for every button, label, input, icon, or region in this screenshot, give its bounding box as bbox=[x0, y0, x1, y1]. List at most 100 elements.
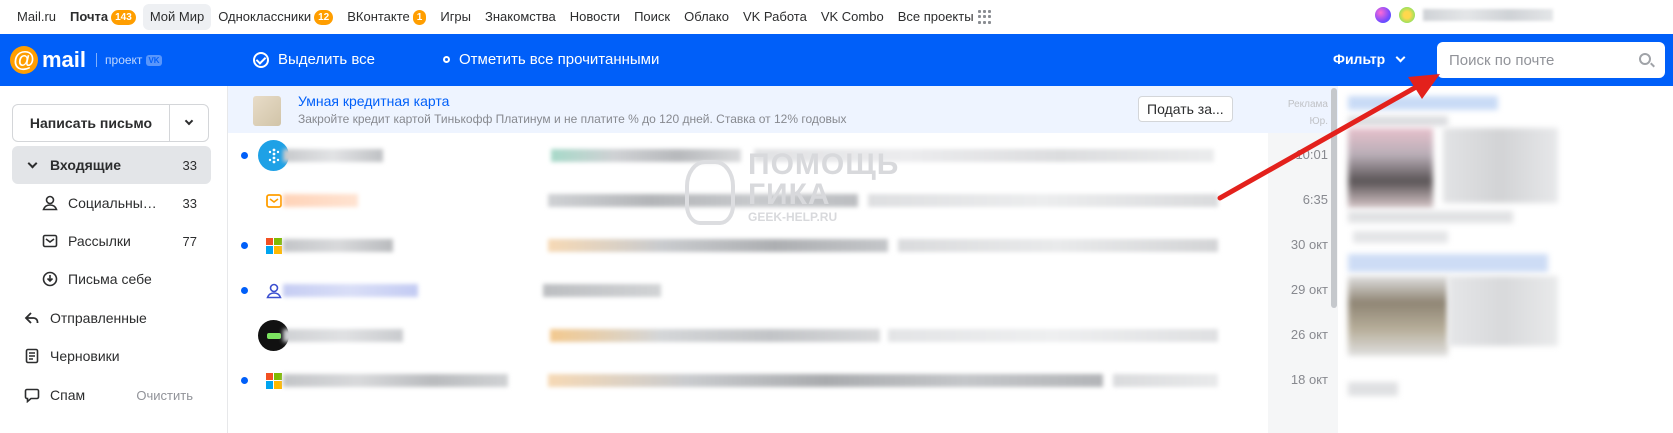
newsletter-icon bbox=[42, 233, 58, 249]
search-box[interactable] bbox=[1437, 42, 1665, 78]
people-icon bbox=[42, 195, 58, 211]
sender-name-blurred bbox=[283, 284, 418, 297]
watermark-line3: GEEK-HELP.RU bbox=[748, 210, 838, 224]
sidebar-item-inbox[interactable]: Входящие 33 bbox=[12, 146, 211, 184]
search-icon[interactable] bbox=[1639, 53, 1651, 65]
snippet-blurred bbox=[868, 194, 1218, 207]
portal-link-label: Все проекты bbox=[897, 9, 974, 24]
portal-link-cloud[interactable]: Облако bbox=[677, 4, 736, 30]
subject-blurred bbox=[543, 284, 661, 297]
dot-icon bbox=[443, 56, 450, 63]
subject-blurred bbox=[548, 374, 1103, 387]
sidebar-item-count: 33 bbox=[182, 195, 197, 211]
compose-button[interactable]: Написать письмо bbox=[13, 105, 170, 141]
sidebar: Написать письмо Входящие 33 Социальны… 3… bbox=[0, 86, 228, 433]
watermark: ПОМОЩЬ ГИКА GEEK-HELP.RU bbox=[748, 148, 900, 225]
message-date: 30 окт bbox=[1290, 237, 1328, 252]
ad-description: Закройте кредит картой Тинькофф Платинум… bbox=[298, 112, 847, 126]
portal-link-myworld[interactable]: Мой Мир bbox=[142, 4, 212, 30]
table-row[interactable]: 18 окт bbox=[228, 358, 1338, 403]
chevron-down-icon[interactable] bbox=[24, 157, 40, 173]
subject-blurred bbox=[548, 239, 888, 252]
spam-icon bbox=[24, 387, 40, 403]
user-email-blurred[interactable] bbox=[1423, 9, 1553, 21]
unread-dot-icon[interactable] bbox=[241, 287, 248, 294]
ad-thumbnail bbox=[253, 96, 281, 126]
blurred-block bbox=[1348, 116, 1448, 126]
table-row[interactable]: 26 окт bbox=[228, 313, 1338, 358]
sender-name-blurred bbox=[283, 239, 393, 252]
portal-link-mailru[interactable]: Mail.ru bbox=[10, 4, 63, 30]
blurred-block bbox=[1353, 231, 1448, 243]
inbox-download-icon bbox=[42, 271, 58, 287]
portal-link-label: Одноклассники bbox=[218, 9, 312, 24]
blurred-image bbox=[1348, 128, 1433, 208]
snippet-blurred bbox=[888, 329, 1218, 342]
sidebar-item-label: Отправленные bbox=[50, 310, 147, 326]
sidebar-item-count: 77 bbox=[182, 233, 197, 249]
snippet-blurred bbox=[898, 239, 1218, 252]
sidebar-item-label: Входящие bbox=[50, 157, 121, 173]
sidebar-item-sent[interactable]: Отправленные bbox=[12, 299, 211, 337]
portal-link-ok[interactable]: Одноклассники 12 bbox=[211, 4, 340, 30]
compose-group: Написать письмо bbox=[12, 104, 209, 142]
sender-name-blurred bbox=[283, 374, 508, 387]
sidebar-item-label: Письма себе bbox=[68, 271, 152, 287]
table-row[interactable]: 30 окт bbox=[228, 223, 1338, 268]
portal-user-area bbox=[1375, 7, 1553, 23]
ad-title[interactable]: Умная кредитная карта bbox=[298, 93, 449, 109]
snippet-blurred bbox=[1113, 374, 1218, 387]
logo-at-icon: @ bbox=[10, 46, 38, 74]
sent-icon bbox=[24, 310, 40, 326]
compose-menu-button[interactable] bbox=[170, 105, 208, 141]
clear-spam-button[interactable]: Очистить bbox=[136, 388, 211, 403]
avatar[interactable] bbox=[1399, 7, 1415, 23]
portal-link-dating[interactable]: Знакомства bbox=[478, 4, 563, 30]
portal-link-news[interactable]: Новости bbox=[563, 4, 627, 30]
portal-link-label: ВКонтакте bbox=[347, 9, 410, 24]
portal-link-games[interactable]: Игры bbox=[433, 4, 478, 30]
portal-link-all-projects[interactable]: Все проекты bbox=[891, 4, 999, 30]
right-panel bbox=[1338, 86, 1673, 433]
portal-link-vk[interactable]: ВКонтакте 1 bbox=[340, 4, 433, 30]
unread-dot-icon[interactable] bbox=[241, 242, 248, 249]
portal-link-search[interactable]: Поиск bbox=[627, 4, 677, 30]
chevron-down-icon bbox=[1395, 52, 1406, 62]
portal-link-mail[interactable]: Почта 143 bbox=[63, 4, 143, 30]
blurred-block bbox=[1448, 276, 1558, 346]
select-all-label: Выделить все bbox=[278, 51, 376, 68]
sidebar-item-newsletters[interactable]: Рассылки 77 bbox=[12, 222, 211, 260]
message-date: 6:35 bbox=[1302, 192, 1328, 207]
ad-apply-button[interactable]: Подать за... bbox=[1138, 96, 1233, 122]
mail-header: @ mail проект VK Выделить все Отметить в… bbox=[0, 34, 1673, 86]
mark-all-read-button[interactable]: Отметить все прочитанными bbox=[443, 51, 659, 68]
marusya-icon[interactable] bbox=[1375, 7, 1391, 23]
sidebar-item-social[interactable]: Социальны… 33 bbox=[12, 184, 211, 222]
sidebar-item-count: 33 bbox=[182, 157, 197, 173]
portal-link-vkcombo[interactable]: VK Combo bbox=[814, 4, 891, 30]
sidebar-item-label: Социальны… bbox=[68, 195, 157, 211]
blurred-image bbox=[1348, 276, 1448, 356]
message-date: 29 окт bbox=[1290, 282, 1328, 297]
notification-badge: 12 bbox=[314, 9, 334, 25]
search-input[interactable] bbox=[1437, 42, 1627, 78]
unread-dot-icon[interactable] bbox=[241, 152, 248, 159]
select-all-button[interactable]: Выделить все bbox=[253, 51, 375, 68]
unread-badge: 143 bbox=[111, 9, 136, 25]
sidebar-item-to-myself[interactable]: Письма себе bbox=[12, 260, 211, 298]
watermark-logo-icon bbox=[685, 160, 735, 225]
ad-banner[interactable]: Умная кредитная карта Закройте кредит ка… bbox=[228, 86, 1338, 144]
sidebar-item-drafts[interactable]: Черновики bbox=[12, 337, 211, 375]
mail-logo[interactable]: @ mail проект VK bbox=[10, 46, 162, 74]
filter-button[interactable]: Фильтр bbox=[1333, 51, 1406, 67]
logo-word: mail bbox=[42, 47, 87, 72]
portal-link-vkwork[interactable]: VK Работа bbox=[736, 4, 814, 30]
sidebar-item-spam[interactable]: Спам Очистить bbox=[12, 376, 211, 414]
scrollbar[interactable] bbox=[1331, 88, 1337, 308]
unread-dot-icon[interactable] bbox=[241, 377, 248, 384]
table-row[interactable]: 29 окт bbox=[228, 268, 1338, 313]
sidebar-item-label: Рассылки bbox=[68, 233, 131, 249]
draft-icon bbox=[24, 348, 40, 364]
watermark-line1: ПОМОЩЬ bbox=[748, 148, 900, 181]
subject-blurred bbox=[550, 329, 880, 342]
